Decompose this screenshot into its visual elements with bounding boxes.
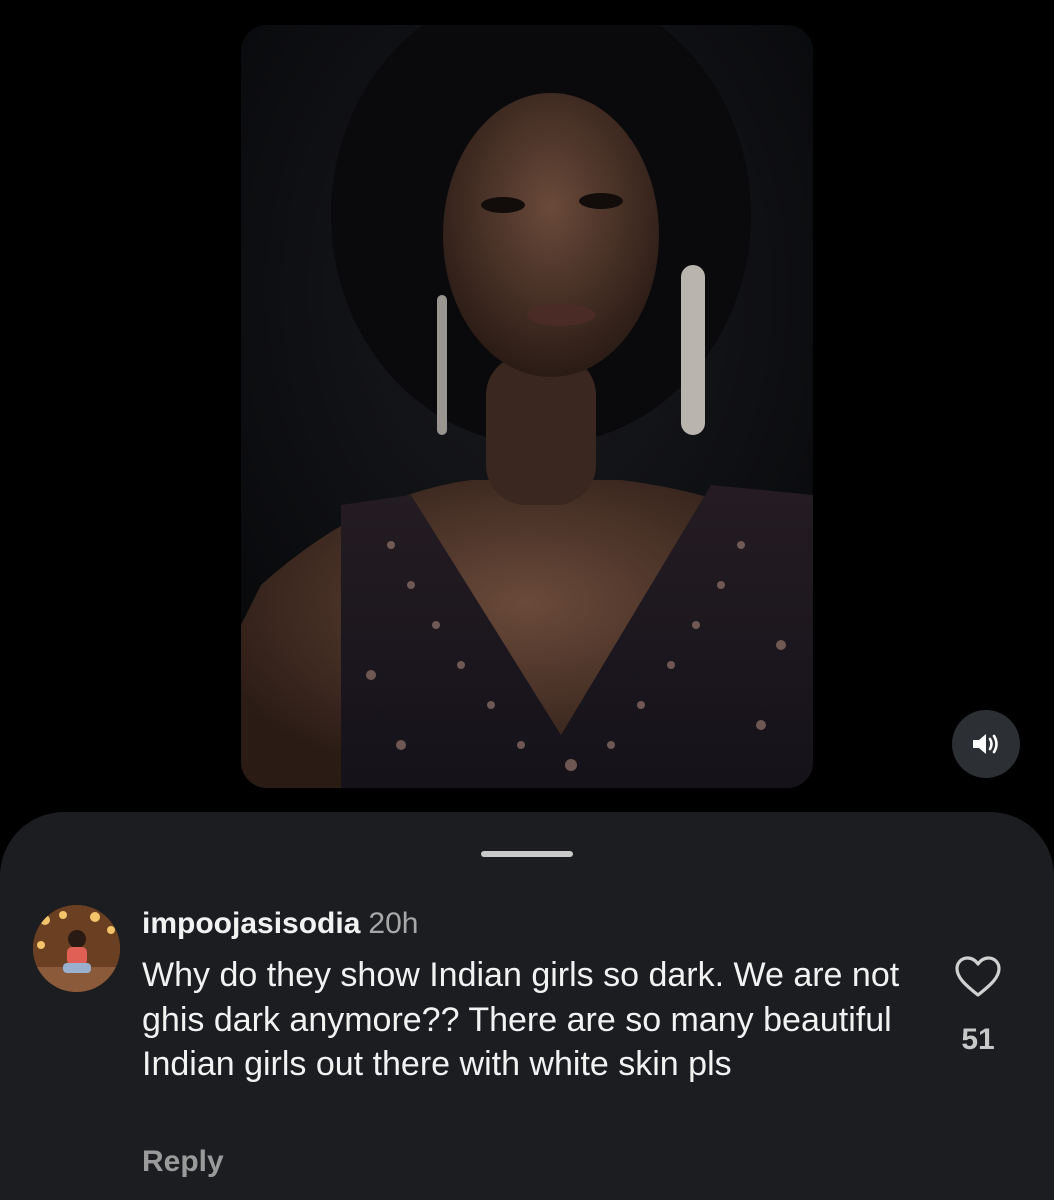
comment-header: impoojasisodia 20h xyxy=(142,904,418,944)
like-count: 51 xyxy=(961,1023,995,1056)
comment-timestamp: 20h xyxy=(368,907,419,940)
reply-button[interactable]: Reply xyxy=(142,1142,224,1182)
reel-video[interactable] xyxy=(241,25,813,788)
comments-sheet: impoojasisodia 20h Why do they show India… xyxy=(0,812,1054,1200)
speaker-on-icon xyxy=(973,734,998,754)
user-photo xyxy=(33,905,120,992)
username[interactable]: impoojasisodia xyxy=(142,907,360,940)
reel-screen: impoojasisodia 20h Why do they show India… xyxy=(0,0,1054,1200)
heart-outline-icon xyxy=(955,956,1001,997)
video-frame-image xyxy=(241,25,813,788)
sound-toggle-button[interactable] xyxy=(952,710,1020,778)
avatar[interactable] xyxy=(33,905,120,992)
sheet-drag-handle[interactable] xyxy=(481,851,573,857)
like-button[interactable] xyxy=(954,955,1002,999)
comment-text: Why do they show Indian girls so dark. W… xyxy=(142,956,900,1083)
